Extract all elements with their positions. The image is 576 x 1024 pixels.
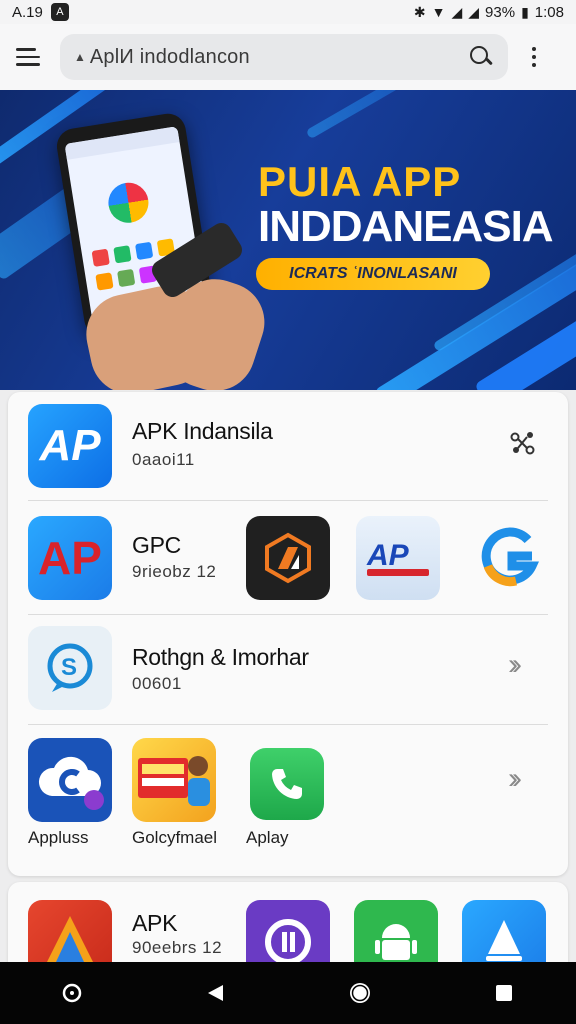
phone-call-icon bbox=[272, 769, 302, 799]
banner-tag: ICRATS ʿINONLASANI bbox=[256, 258, 490, 290]
bluetooth-icon: ✱ bbox=[413, 3, 426, 20]
poster-icon bbox=[138, 756, 210, 806]
app-icon-g-logo[interactable] bbox=[466, 516, 550, 600]
share-icon[interactable] bbox=[508, 428, 538, 458]
hexagon-logo-icon bbox=[265, 532, 311, 584]
app-meta: 0aaoi11 bbox=[132, 450, 195, 469]
recents-button[interactable] bbox=[484, 973, 524, 1013]
battery-percent: 93% bbox=[485, 3, 516, 21]
home-button[interactable] bbox=[340, 973, 380, 1013]
ring-icon bbox=[62, 983, 82, 1003]
status-bar: A.19 A ✱ ▼ ◢ ◢ 93% ▮ 1:08 bbox=[0, 0, 576, 24]
chat-bubble-icon: S bbox=[47, 643, 93, 692]
app-icon-apk-indansila[interactable]: AP bbox=[28, 404, 112, 488]
app-icon-orange-logo[interactable] bbox=[246, 516, 330, 600]
app-title[interactable]: APK bbox=[132, 910, 177, 937]
icon-caption: Aplay bbox=[246, 828, 289, 847]
notification-app-icon: A bbox=[50, 3, 69, 21]
ap-logo-icon: AP bbox=[366, 539, 429, 576]
signal-icon: ◢ bbox=[451, 3, 463, 20]
back-triangle-icon bbox=[208, 985, 223, 1001]
address-text: AplИ indodlancon bbox=[89, 45, 250, 68]
app-meta: 9rieobz 12 bbox=[132, 562, 217, 581]
svg-text:AP: AP bbox=[366, 539, 410, 572]
divider bbox=[28, 614, 548, 615]
double-chevron-icon[interactable]: ›› bbox=[508, 762, 522, 796]
banner-title: PUIA APP bbox=[258, 158, 462, 205]
signal-icon-2: ◢ bbox=[468, 3, 480, 20]
app-title[interactable]: GPC bbox=[132, 532, 181, 559]
divider bbox=[28, 724, 548, 725]
back-button[interactable] bbox=[196, 973, 236, 1013]
square-icon bbox=[496, 985, 512, 1001]
battery-icon: ▮ bbox=[521, 3, 529, 20]
app-list-card-2: APK 90eebrs 12 bbox=[8, 882, 568, 972]
app-meta: 90eebrs 12 bbox=[132, 938, 223, 957]
android-icon bbox=[375, 924, 417, 960]
app-icon-ap-light[interactable]: AP bbox=[356, 516, 440, 600]
status-time: A.19 bbox=[12, 3, 43, 21]
double-chevron-icon[interactable]: ›› bbox=[508, 648, 522, 682]
search-icon[interactable] bbox=[468, 44, 494, 70]
browser-toolbar: ▲ AplИ indodlancon bbox=[0, 24, 576, 90]
app-icon-gpc[interactable]: AP bbox=[28, 516, 112, 600]
cloud-icon bbox=[38, 756, 104, 810]
banner-subtitle: INDDANEASIA bbox=[258, 202, 554, 251]
svg-text:S: S bbox=[61, 654, 77, 681]
icon-caption: Golcyfmael bbox=[132, 828, 218, 847]
icon-caption: Appluss bbox=[28, 828, 89, 847]
address-bar[interactable]: ▲ AplИ indodlancon bbox=[60, 34, 508, 80]
status-clock: 1:08 bbox=[534, 3, 564, 21]
app-icon-aplay[interactable] bbox=[250, 748, 324, 820]
system-nav-bar bbox=[0, 962, 576, 1024]
app-icon-rothgn[interactable]: S bbox=[28, 626, 112, 710]
tabs-menu-icon[interactable] bbox=[16, 40, 50, 74]
overflow-menu-icon[interactable] bbox=[530, 47, 538, 67]
wifi-icon: ▼ bbox=[431, 4, 446, 20]
app-icon-golcyfmael[interactable] bbox=[132, 738, 216, 822]
app-list-card: AP APK Indansila 0aaoi11 AP GPC 9rieobz … bbox=[8, 392, 568, 876]
assistant-button[interactable] bbox=[52, 973, 92, 1013]
app-icon-appluss[interactable] bbox=[28, 738, 112, 822]
app-title[interactable]: Rothgn & Imorhar bbox=[132, 644, 309, 671]
app-meta: 00601 bbox=[132, 674, 182, 693]
home-circle-icon bbox=[350, 983, 370, 1003]
promo-banner[interactable]: PUIA APP INDDANEASIA ICRATS ʿINONLASANI bbox=[0, 90, 576, 390]
lock-icon: ▲ bbox=[74, 50, 86, 64]
app-title[interactable]: APK Indansila bbox=[132, 418, 273, 445]
g-swirl-icon bbox=[481, 527, 540, 587]
divider bbox=[28, 500, 548, 501]
